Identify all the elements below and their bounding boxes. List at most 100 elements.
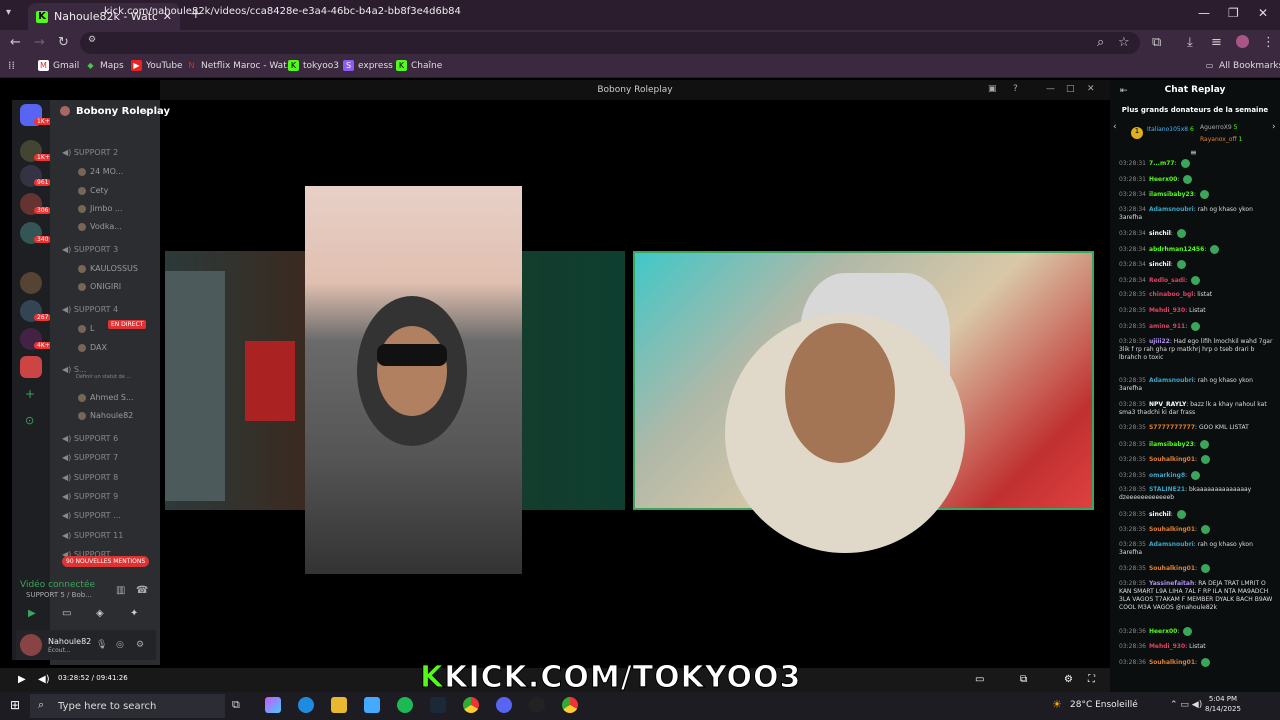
voice-member[interactable]: ONIGIRI (78, 282, 121, 291)
message-username[interactable]: STALINE21 (1149, 486, 1185, 493)
message-username[interactable]: Redlo_sadi (1149, 277, 1185, 284)
download-icon[interactable]: ⤓ (1187, 35, 1193, 50)
forward-icon[interactable]: → (34, 35, 45, 50)
message-username[interactable]: ujiii22 (1149, 338, 1170, 345)
message-username[interactable]: abdrhman12456 (1149, 246, 1204, 253)
donor-name[interactable]: Rayanox_off 1 (1200, 136, 1242, 143)
discord-close-icon[interactable]: ✕ (1087, 84, 1095, 94)
play-icon[interactable]: ▶ (18, 674, 26, 685)
voice-channel[interactable]: ◀) S... (62, 365, 87, 374)
signal-icon[interactable]: ▥ (116, 585, 125, 596)
add-server-icon[interactable]: + (25, 387, 35, 401)
message-username[interactable]: Adamsnoubri (1149, 377, 1194, 384)
voice-member[interactable]: L (78, 324, 94, 333)
voice-channel[interactable]: ◀) SUPPORT 11 (62, 531, 123, 540)
voice-channel[interactable]: ◀) SUPPORT 9 (62, 492, 118, 501)
filter-icon[interactable]: ≡ (1190, 148, 1197, 157)
voice-channel[interactable]: ◀) SUPPORT ... (62, 511, 121, 520)
message-username[interactable]: sinchil (1149, 511, 1171, 518)
mic-icon[interactable]: 🎙 (96, 640, 107, 650)
chevron-right-icon[interactable]: › (1272, 122, 1276, 132)
server-icon[interactable]: 267 (20, 300, 52, 322)
headphones-icon[interactable]: ◎ (116, 640, 124, 650)
bookmark-tokyoo3[interactable]: Ktokyoo3 (288, 60, 339, 71)
fullscreen-icon[interactable]: ⛶ (1088, 674, 1095, 685)
video-tile-portrait[interactable] (305, 186, 522, 574)
message-username[interactable]: Souhalking01 (1149, 659, 1195, 666)
copilot-icon[interactable] (265, 697, 281, 713)
taskbar-clock[interactable]: 5:04 PM 8/14/2025 (1205, 694, 1241, 714)
message-username[interactable]: Souhalking01 (1149, 565, 1195, 572)
restore-icon[interactable]: ❐ (1228, 6, 1239, 20)
camera-icon[interactable]: ▶ (28, 608, 36, 619)
address-bar[interactable] (80, 32, 1140, 54)
message-username[interactable]: NPV_RAYLY (1149, 401, 1186, 408)
voice-member[interactable]: Ahmed S... (78, 393, 134, 402)
discord-icon[interactable] (496, 697, 512, 713)
tray-icons[interactable]: ⌃ ▭ ◀) (1170, 700, 1202, 710)
message-username[interactable]: S7777777777 (1149, 424, 1195, 431)
server-icon[interactable]: 306 (20, 193, 52, 215)
chevron-left-icon[interactable]: ‹ (1113, 122, 1117, 132)
volume-icon[interactable]: ◀) (38, 674, 50, 685)
settings-gear-icon[interactable]: ⚙ (1064, 674, 1073, 685)
bookmark-gmail[interactable]: M Gmail (38, 60, 79, 71)
message-username[interactable]: Souhalking01 (1149, 456, 1195, 463)
status-hint[interactable]: Définir un statut de ... (76, 374, 131, 380)
profile-avatar[interactable] (1236, 35, 1249, 48)
bookmark-chaine[interactable]: K Chaîne (396, 60, 442, 71)
message-username[interactable]: Heerx00 (1149, 176, 1177, 183)
message-username[interactable]: Mehdi_930 (1149, 307, 1185, 314)
voice-channel[interactable]: ◀) SUPPORT 4 (62, 305, 118, 314)
extensions-icon[interactable]: ⧉ (1152, 35, 1161, 50)
spotify-icon[interactable] (397, 697, 413, 713)
chrome-icon[interactable] (463, 697, 479, 713)
message-username[interactable]: amine_911 (1149, 323, 1185, 330)
edge-icon[interactable] (298, 697, 314, 713)
server-icon[interactable] (20, 272, 42, 294)
message-username[interactable]: ilamsibaby23 (1149, 191, 1194, 198)
discord-minimize-icon[interactable]: — (1046, 84, 1055, 94)
message-username[interactable]: Adamsnoubri (1149, 541, 1194, 548)
voice-member[interactable]: 24 MO... (78, 167, 123, 176)
soundboard-icon[interactable]: ✦ (130, 608, 138, 619)
message-username[interactable]: Mehdi_930 (1149, 643, 1185, 650)
pip-icon[interactable]: ⧉ (1020, 674, 1027, 685)
minimize-icon[interactable]: — (1198, 6, 1210, 20)
tab-search-icon[interactable]: ▾ (6, 7, 11, 18)
obs-icon[interactable] (529, 697, 545, 713)
voice-member[interactable]: DAX (78, 343, 107, 352)
voice-member[interactable]: Jimbo ... (78, 204, 123, 213)
server-icon[interactable]: 340 (20, 222, 52, 244)
voice-member[interactable]: KAULOSSUS (78, 264, 138, 273)
activity-icon[interactable]: ◈ (96, 608, 104, 619)
apps-icon[interactable]: ⁞⁞ (8, 59, 15, 72)
avatar[interactable] (20, 634, 42, 656)
back-icon[interactable]: ← (10, 35, 21, 50)
voice-member[interactable]: Cety (78, 186, 108, 195)
message-username[interactable]: Yassinefaitah (1149, 580, 1194, 587)
disconnect-icon[interactable]: ☎ (136, 585, 148, 596)
weather-text[interactable]: 28°C Ensoleillé (1070, 700, 1138, 710)
all-bookmarks[interactable]: ▭ All Bookmarks (1204, 60, 1280, 71)
discord-maximize-icon[interactable]: □ (1066, 84, 1075, 94)
message-username[interactable]: Adamsnoubri (1149, 206, 1194, 213)
bookmark-maps[interactable]: ◆ Maps (85, 60, 123, 71)
message-username[interactable]: Heerx00 (1149, 628, 1177, 635)
donor-name[interactable]: Italiano105x8 6 (1147, 126, 1194, 133)
message-username[interactable]: omarking8 (1149, 472, 1185, 479)
menu-icon[interactable]: ⋮ (1262, 35, 1275, 50)
donor-name[interactable]: AguerroX9 5 (1200, 124, 1237, 131)
file-explorer-icon[interactable] (331, 697, 347, 713)
zoom-icon[interactable]: ⌕ (1097, 35, 1104, 50)
theater-icon[interactable]: ▭ (975, 674, 984, 685)
settings-gear-icon[interactable]: ⚙ (136, 640, 144, 650)
close-window-icon[interactable]: ✕ (1258, 6, 1268, 20)
task-view-icon[interactable]: ⧉ (232, 698, 240, 712)
steam-icon[interactable] (430, 697, 446, 713)
voice-member[interactable]: Nahoule82 (78, 411, 133, 420)
bookmark-express[interactable]: Sexpress (343, 60, 393, 71)
reload-icon[interactable]: ↻ (58, 35, 69, 50)
message-username[interactable]: ilamsibaby23 (1149, 441, 1194, 448)
voice-channel[interactable]: ◀) SUPPORT 3 (62, 245, 118, 254)
